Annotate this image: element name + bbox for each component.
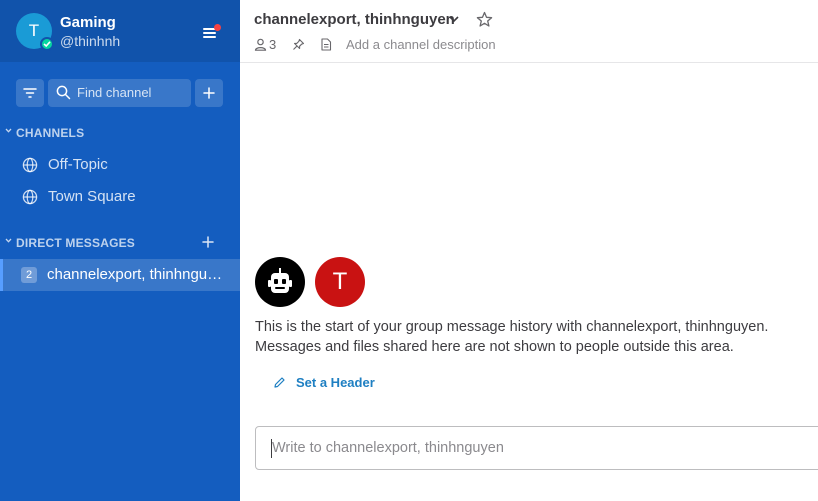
channels-section-header[interactable]: CHANNELS xyxy=(0,123,240,143)
member-icon[interactable] xyxy=(254,38,267,51)
team-username: @thinhnh xyxy=(60,33,121,49)
find-channel-placeholder: Find channel xyxy=(77,85,152,100)
notification-dot-icon xyxy=(214,24,221,31)
sidebar-item-label: channelexport, thinhnguyen xyxy=(47,266,227,283)
dm-member-count-badge: 2 xyxy=(21,267,37,283)
channel-description-placeholder[interactable]: Add a channel description xyxy=(346,37,496,52)
channel-intro-text: This is the start of your group message … xyxy=(255,319,769,355)
set-header-label: Set a Header xyxy=(296,375,375,390)
sidebar-item-town-square[interactable]: Town Square xyxy=(0,181,240,213)
favorite-star-icon[interactable] xyxy=(476,11,493,28)
team-header[interactable]: T Gaming @thinhnh xyxy=(0,0,240,62)
channel-title[interactable]: channelexport, thinhnguyen xyxy=(254,11,455,28)
main-menu-button[interactable] xyxy=(200,22,222,42)
search-icon xyxy=(56,85,71,100)
message-input-placeholder: Write to channelexport, thinhnguyen xyxy=(272,440,504,456)
plus-icon xyxy=(203,87,215,99)
globe-icon xyxy=(22,157,38,173)
channels-section-label: CHANNELS xyxy=(16,126,85,140)
dm-section-label: DIRECT MESSAGES xyxy=(16,236,136,250)
team-name[interactable]: Gaming xyxy=(60,14,116,31)
filter-icon xyxy=(23,88,37,98)
add-channel-button[interactable] xyxy=(195,79,223,107)
member-count[interactable]: 3 xyxy=(269,37,276,52)
file-icon[interactable] xyxy=(320,38,332,51)
chevron-down-icon xyxy=(5,128,12,133)
chevron-down-icon[interactable] xyxy=(449,15,459,23)
robot-icon xyxy=(268,268,292,293)
chevron-down-icon xyxy=(5,238,12,243)
channel-header: channelexport, thinhnguyen 3 Add a chann… xyxy=(240,0,818,63)
add-dm-plus-icon[interactable] xyxy=(201,235,215,249)
globe-icon xyxy=(22,189,38,205)
bot-avatar xyxy=(255,257,305,307)
online-status-icon xyxy=(40,37,54,51)
dm-section-header[interactable]: DIRECT MESSAGES xyxy=(0,233,240,253)
sidebar: T Gaming @thinhnh Find channel CHANNELS … xyxy=(0,0,240,501)
sidebar-item-label: Off-Topic xyxy=(48,156,108,173)
channel-filter-button[interactable] xyxy=(16,79,44,107)
message-input[interactable]: Write to channelexport, thinhnguyen xyxy=(255,426,818,470)
user-avatar: T xyxy=(315,257,365,307)
sidebar-item-label: Town Square xyxy=(48,188,136,205)
pin-icon[interactable] xyxy=(292,38,305,51)
find-channel-input[interactable]: Find channel xyxy=(48,79,191,107)
pencil-icon xyxy=(274,377,285,388)
channel-view: channelexport, thinhnguyen 3 Add a chann… xyxy=(240,0,818,501)
sidebar-item-off-topic[interactable]: Off-Topic xyxy=(0,149,240,181)
sidebar-item-dm-channelexport[interactable]: 2 channelexport, thinhnguyen xyxy=(0,259,240,291)
